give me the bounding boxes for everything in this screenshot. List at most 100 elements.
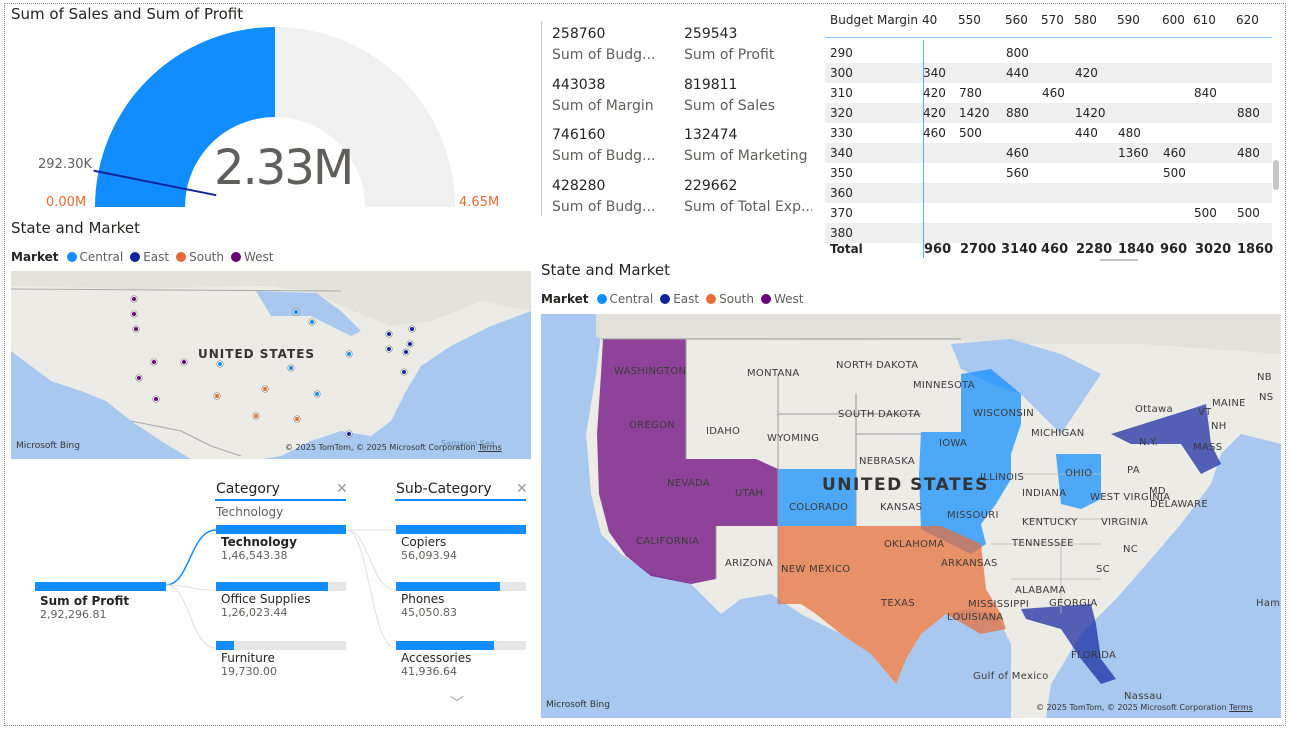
matrix-total-cell: 960 (1160, 242, 1188, 257)
matrix-row[interactable]: 340 460 1360 460 480 (825, 143, 1272, 163)
matrix-h-scrollbar[interactable] (1100, 259, 1138, 261)
matrix-cell: 440 (1075, 126, 1098, 140)
map-point[interactable] (253, 413, 259, 419)
decomp-root-bar[interactable] (35, 582, 166, 591)
matrix-column-header[interactable]: 580 (1074, 13, 1097, 27)
map-point[interactable] (409, 326, 415, 332)
map-point[interactable] (153, 396, 159, 402)
legend-item-central[interactable]: Central (596, 292, 653, 306)
matrix-row[interactable]: 370 500 500 (825, 203, 1272, 223)
map-point[interactable] (288, 365, 294, 371)
matrix-cell: 1420 (959, 106, 990, 120)
matrix-column-header[interactable]: 590 (1117, 13, 1140, 27)
map-point[interactable] (181, 359, 187, 365)
matrix-column-header[interactable]: 40 (922, 13, 937, 27)
legend-label: Central (79, 250, 124, 264)
map-point[interactable] (401, 369, 407, 375)
large-map[interactable]: WASHINGTON OREGON IDAHO MONTANA WYOMING NEVAD… (541, 314, 1281, 718)
matrix-total-cell: 960 (924, 242, 952, 257)
legend-dot (176, 252, 187, 262)
close-icon[interactable]: ✕ (336, 481, 348, 497)
map-point[interactable] (136, 375, 142, 381)
map-point[interactable] (217, 361, 223, 367)
map-state-label: Ham (1256, 598, 1281, 609)
map-state-label: NEBRASKA (859, 456, 916, 467)
decomp-node-value: 56,093.94 (401, 549, 457, 562)
card-value: 229662 (684, 177, 738, 194)
map-point[interactable] (214, 393, 220, 399)
legend-item-south[interactable]: South (706, 292, 754, 306)
decomp-bar[interactable] (396, 582, 500, 591)
matrix-row[interactable]: 380 (825, 223, 1272, 243)
matrix-total-label: Total (830, 242, 863, 256)
map-point[interactable] (346, 351, 352, 357)
map-state-label: NH (1211, 421, 1227, 432)
matrix-scrollbar[interactable] (1273, 160, 1279, 190)
map-state-label: NC (1123, 544, 1139, 555)
map-point[interactable] (133, 326, 139, 332)
legend-item-central[interactable]: Central (66, 250, 124, 264)
bing-logo: Microsoft Bing (16, 441, 80, 451)
matrix-column-header[interactable]: 570 (1041, 13, 1064, 27)
decomp-bar[interactable] (216, 525, 346, 534)
decomp-level1-header[interactable]: Category (216, 481, 280, 497)
map-point[interactable] (386, 331, 392, 337)
legend-item-west[interactable]: West (230, 250, 274, 264)
small-map-country-label: UNITED STATES (198, 347, 316, 361)
map-state-label: UTAH (735, 488, 764, 499)
matrix-row-label: 320 (830, 106, 853, 120)
map-point[interactable] (151, 359, 157, 365)
chevron-down-icon[interactable]: ﹀ (450, 693, 464, 713)
legend-dot (660, 294, 671, 304)
terms-link[interactable]: Terms (478, 443, 502, 452)
decomp-bar[interactable] (216, 582, 328, 591)
map-point[interactable] (293, 309, 299, 315)
map-point[interactable] (131, 296, 137, 302)
map-state-label: ARIZONA (725, 558, 773, 569)
matrix-column-header[interactable]: 560 (1005, 13, 1028, 27)
map-point[interactable] (314, 391, 320, 397)
terms-link[interactable]: Terms (1229, 703, 1253, 712)
map-point[interactable] (346, 431, 352, 437)
matrix-cell: 460 (1163, 146, 1186, 160)
matrix-total-cell: 3020 (1195, 242, 1232, 257)
matrix-row[interactable]: 360 (825, 183, 1272, 203)
decomp-bar[interactable] (396, 525, 526, 534)
matrix-row[interactable]: 320 420 1420 880 1420 880 (825, 103, 1272, 123)
matrix-column-header[interactable]: 610 (1193, 13, 1216, 27)
matrix-row[interactable]: 310 420 780 460 840 (825, 83, 1272, 103)
matrix-column-header[interactable]: 600 (1162, 13, 1185, 27)
matrix-row[interactable]: 350 560 500 (825, 163, 1272, 183)
decomp-bar[interactable] (396, 641, 494, 650)
matrix-cell: 800 (1006, 46, 1029, 60)
matrix-column-header[interactable]: 550 (958, 13, 981, 27)
matrix-row[interactable]: 330 460 500 440 480 (825, 123, 1272, 143)
map-state-label: VT (1198, 407, 1212, 418)
decomp-level2-header[interactable]: Sub-Category (396, 481, 492, 497)
matrix-column-header[interactable]: 620 (1236, 13, 1259, 27)
matrix-total-cell: 1840 (1118, 242, 1155, 257)
legend-item-west[interactable]: West (760, 292, 804, 306)
legend-item-east[interactable]: East (660, 292, 699, 306)
matrix-row[interactable]: 300 340 440 420 (825, 63, 1272, 83)
map-state-label: Ottawa (1135, 404, 1173, 415)
matrix-row-label: 330 (830, 126, 853, 140)
matrix-corner-label: Budget Margin (830, 13, 918, 27)
small-map[interactable]: UNITED STATES Sargasso Sea Microsoft Bin… (11, 271, 531, 459)
map-point[interactable] (131, 311, 137, 317)
matrix-cell: 440 (1006, 66, 1029, 80)
legend-item-east[interactable]: East (130, 250, 169, 264)
map-point[interactable] (294, 416, 300, 422)
map-state-label: WASHINGTON (614, 366, 687, 377)
matrix-row[interactable]: 290 800 (825, 43, 1272, 63)
close-icon[interactable]: ✕ (516, 481, 528, 497)
legend-item-south[interactable]: South (176, 250, 224, 264)
gauge-min-label: 0.00M (46, 195, 87, 210)
map-point[interactable] (407, 341, 413, 347)
map-point[interactable] (386, 346, 392, 352)
map-point[interactable] (403, 349, 409, 355)
map-point[interactable] (262, 386, 268, 392)
map-point[interactable] (309, 319, 315, 325)
map-state-label: COLORADO (789, 502, 849, 513)
decomp-bar[interactable] (216, 641, 234, 650)
